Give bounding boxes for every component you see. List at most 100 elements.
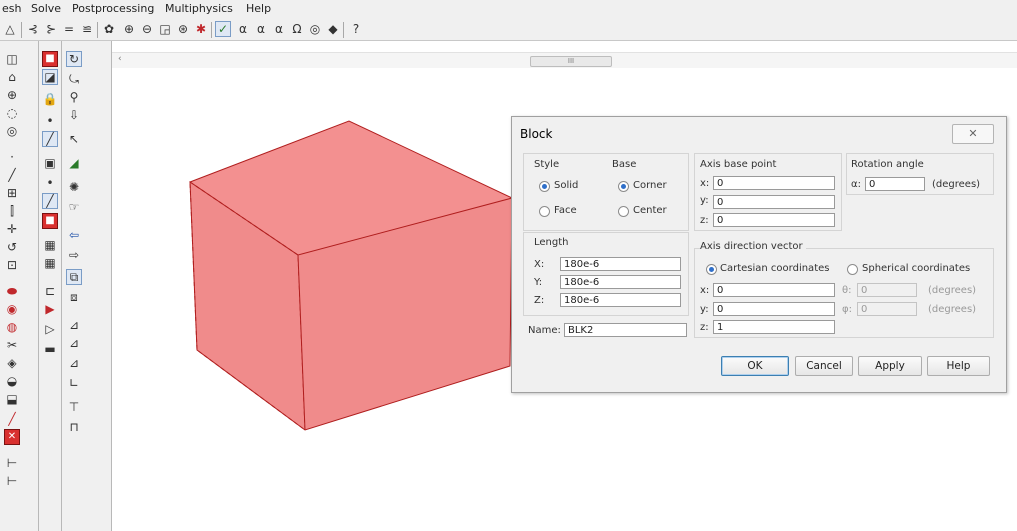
- length-z-input[interactable]: 180e-6: [560, 293, 681, 307]
- grid-icon[interactable]: ▦: [42, 255, 58, 271]
- union-icon[interactable]: ⬬: [4, 283, 20, 299]
- rotate-view-icon[interactable]: ↻: [66, 51, 82, 67]
- rotate-icon[interactable]: ↺: [4, 239, 20, 255]
- delete-interior-icon[interactable]: ⬓: [4, 391, 20, 407]
- grid-icon[interactable]: ▦: [42, 237, 58, 253]
- dir-y-input[interactable]: 0: [713, 302, 835, 316]
- dot-icon[interactable]: •: [42, 113, 58, 129]
- intersection-icon[interactable]: ◉: [4, 301, 20, 317]
- split-icon[interactable]: ◒: [4, 373, 20, 389]
- equals-icon[interactable]: =: [61, 21, 77, 37]
- arrow-right-icon[interactable]: ▷: [42, 321, 58, 337]
- length-y-input[interactable]: 180e-6: [560, 275, 681, 289]
- style-face-radio[interactable]: [539, 206, 550, 217]
- phi-input[interactable]: 0: [857, 302, 917, 316]
- zx-plane-icon[interactable]: ⊿: [66, 355, 82, 371]
- view-box-icon[interactable]: ⧉: [66, 269, 82, 285]
- tree-icon[interactable]: ≌: [79, 21, 95, 37]
- arrow-right-icon[interactable]: ▶: [42, 301, 58, 317]
- cursor-icon[interactable]: ↖: [66, 131, 82, 147]
- dir-x-input[interactable]: 0: [713, 283, 835, 297]
- red-square-icon[interactable]: ■: [42, 213, 58, 229]
- compose-icon[interactable]: ✂: [4, 337, 20, 353]
- block-icon[interactable]: ◫: [4, 51, 20, 67]
- yz-plane-icon[interactable]: ⊿: [66, 335, 82, 351]
- bulb-icon[interactable]: ◆: [325, 21, 341, 37]
- horizontal-scrollbar[interactable]: ‹ III: [112, 52, 1017, 69]
- base-z-input[interactable]: 0: [713, 213, 835, 227]
- rotation-angle-input[interactable]: 0: [865, 177, 925, 191]
- length-x-input[interactable]: 180e-6: [560, 257, 681, 271]
- target-icon[interactable]: ◎: [307, 21, 323, 37]
- omega-icon[interactable]: Ω: [289, 21, 305, 37]
- xy-plane-icon[interactable]: ⊿: [66, 317, 82, 333]
- ellipsoid-icon[interactable]: ◌: [4, 105, 20, 121]
- style-solid-radio[interactable]: [539, 181, 550, 192]
- pen-icon[interactable]: ╱: [4, 411, 20, 427]
- triangle-icon[interactable]: △: [2, 21, 18, 37]
- name-input[interactable]: BLK2: [564, 323, 687, 337]
- ruler-icon[interactable]: ▬: [42, 341, 58, 357]
- bracket-icon[interactable]: ⊢: [4, 473, 20, 489]
- mirror-icon[interactable]: ⫿: [4, 203, 20, 219]
- zoom-window-icon[interactable]: ◲: [157, 21, 173, 37]
- light-icon[interactable]: ✺: [66, 179, 82, 195]
- work-plane-icon[interactable]: ⊓: [66, 419, 82, 435]
- zoom-extents-icon[interactable]: ⊛: [175, 21, 191, 37]
- view-box-icon[interactable]: ⧈: [66, 289, 82, 305]
- alpha-icon[interactable]: α: [271, 21, 287, 37]
- menu-postprocessing[interactable]: Postprocessing: [72, 2, 154, 15]
- array-icon[interactable]: ⊞: [4, 185, 20, 201]
- dot-icon[interactable]: •: [42, 175, 58, 191]
- base-y-input[interactable]: 0: [713, 195, 835, 209]
- axis-icon[interactable]: ✱: [193, 21, 209, 37]
- apply-button[interactable]: Apply: [858, 356, 922, 376]
- menu-mesh[interactable]: esh: [2, 2, 21, 15]
- zoom-out-icon[interactable]: ⊖: [139, 21, 155, 37]
- pointer-icon[interactable]: ☞: [66, 199, 82, 215]
- cancel-button[interactable]: Cancel: [795, 356, 853, 376]
- scale-icon[interactable]: ⊡: [4, 257, 20, 273]
- line-draw-icon[interactable]: ╱: [42, 193, 58, 209]
- base-x-input[interactable]: 0: [713, 176, 835, 190]
- menu-solve[interactable]: Solve: [31, 2, 61, 15]
- cone-icon[interactable]: ⌂: [4, 69, 20, 85]
- select-icon[interactable]: ◪: [42, 69, 58, 85]
- lines-icon[interactable]: ⊱: [43, 21, 59, 37]
- shape-icon[interactable]: ◢: [66, 155, 82, 171]
- base-center-radio[interactable]: [618, 206, 629, 217]
- close-icon[interactable]: ✕: [952, 124, 994, 144]
- cartesian-radio[interactable]: [706, 264, 717, 275]
- dir-z-input[interactable]: 1: [713, 320, 835, 334]
- help-icon[interactable]: ?: [348, 21, 364, 37]
- square-icon[interactable]: ▣: [42, 155, 58, 171]
- torus-icon[interactable]: ◎: [4, 123, 20, 139]
- spherical-radio[interactable]: [847, 264, 858, 275]
- base-corner-radio[interactable]: [618, 181, 629, 192]
- coerce-icon[interactable]: ◈: [4, 355, 20, 371]
- move-icon[interactable]: ✛: [4, 221, 20, 237]
- red-square-icon[interactable]: ■: [42, 51, 58, 67]
- arrow-left-icon[interactable]: ⇦: [66, 227, 82, 243]
- help-button[interactable]: Help: [927, 356, 990, 376]
- orbit-icon[interactable]: ⤿: [66, 71, 82, 87]
- line-icon[interactable]: ╱: [4, 167, 20, 183]
- menu-help[interactable]: Help: [246, 2, 271, 15]
- theta-input[interactable]: 0: [857, 283, 917, 297]
- frame-icon[interactable]: ⊏: [42, 283, 58, 299]
- arrow-right-icon[interactable]: ⇨: [66, 247, 82, 263]
- scene-light-icon[interactable]: ✓: [215, 21, 231, 37]
- alpha-icon[interactable]: α: [235, 21, 251, 37]
- lock-icon[interactable]: 🔒: [42, 91, 58, 107]
- zoom-icon[interactable]: ⚲: [66, 89, 82, 105]
- work-plane-icon[interactable]: ⊤: [66, 399, 82, 415]
- bracket-icon[interactable]: ⊢: [4, 455, 20, 471]
- point-icon[interactable]: ·: [4, 149, 20, 165]
- ok-button[interactable]: OK: [721, 356, 789, 376]
- scroll-left-arrow-icon[interactable]: ‹: [118, 54, 122, 64]
- pan-icon[interactable]: ⇩: [66, 107, 82, 123]
- menu-multiphysics[interactable]: Multiphysics: [165, 2, 233, 15]
- zoom-icon[interactable]: ✿: [101, 21, 117, 37]
- x-box-icon[interactable]: ✕: [4, 429, 20, 445]
- scrollbar-thumb[interactable]: III: [530, 56, 612, 67]
